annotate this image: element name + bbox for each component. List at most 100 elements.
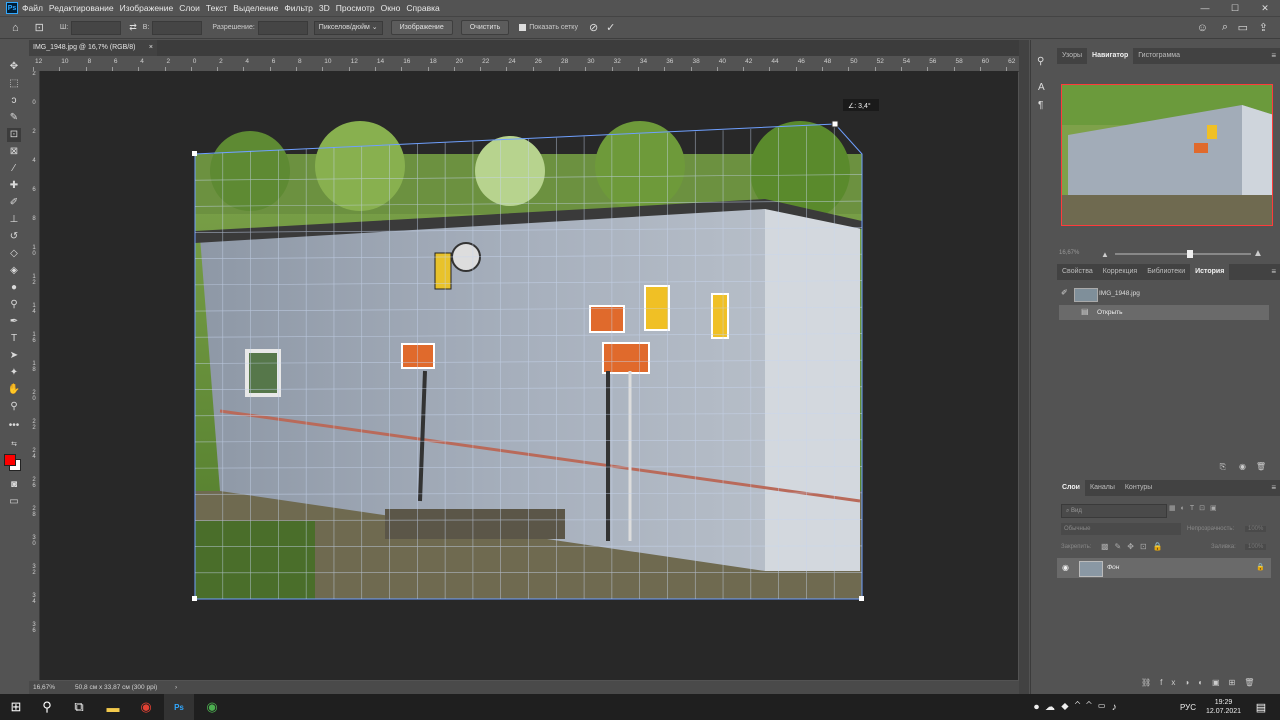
zoom-readout[interactable]: 16,67%	[33, 681, 55, 694]
menu-layers[interactable]: Слои	[179, 3, 200, 13]
crop-tool-icon[interactable]: ⊡	[35, 21, 44, 34]
system-tray-icons[interactable]: ⏺☁◆⌃⌃▭♪	[1034, 694, 1123, 720]
layer-row[interactable]: ◉ Фон 🔒	[1057, 558, 1271, 578]
dodge-tool-icon[interactable]: ⚲	[7, 298, 21, 312]
layers-footer-icons[interactable]: ⛓fx◑◐▣⊞🗑	[1141, 678, 1263, 687]
resolution-field[interactable]	[257, 20, 308, 35]
show-grid-checkbox[interactable]	[519, 24, 527, 31]
maximize-icon[interactable]: ☐	[1220, 0, 1250, 16]
path-select-icon[interactable]: ➤	[7, 349, 21, 363]
layer-lock-icon[interactable]: 🔒	[1256, 563, 1265, 571]
user-icon[interactable]: ☺	[1197, 22, 1208, 34]
document-tab[interactable]: IMG_1948.jpg @ 16,7% (RGB/8) ×	[29, 40, 157, 56]
tab-patterns[interactable]: Узоры	[1057, 48, 1087, 64]
eraser-tool-icon[interactable]: ◇	[7, 247, 21, 261]
menu-help[interactable]: Справка	[406, 3, 439, 13]
fill-value[interactable]: 100%	[1245, 544, 1267, 550]
taskbar-search-icon[interactable]: ⚲	[32, 694, 62, 720]
lasso-tool-icon[interactable]: ↄ	[7, 94, 21, 108]
tab-paths[interactable]: Контуры	[1120, 480, 1157, 496]
chrome-icon[interactable]: ◉	[131, 694, 161, 720]
visibility-eye-icon[interactable]: ◉	[1062, 563, 1069, 572]
swap-colors-icon[interactable]: ⇆	[7, 438, 21, 452]
tab-navigator[interactable]: Навигатор	[1087, 48, 1134, 64]
paragraph-icon[interactable]: ¶	[1038, 100, 1043, 111]
history-brush-source-icon[interactable]: ✐	[1061, 288, 1068, 297]
width-field[interactable]	[71, 20, 122, 35]
menu-file[interactable]: Файл	[22, 3, 43, 13]
share-icon[interactable]: ⇪	[1259, 21, 1268, 34]
tab-libraries[interactable]: Библиотеки	[1142, 264, 1190, 280]
blend-mode-select[interactable]: Обычные	[1061, 523, 1181, 535]
history-brush-icon[interactable]: ↺	[7, 230, 21, 244]
crop-handle-br[interactable]	[859, 596, 864, 601]
clock[interactable]: 19:29 12.07.2021	[1206, 694, 1241, 720]
crop-handle-bl[interactable]	[192, 596, 197, 601]
notifications-icon[interactable]: ▤	[1246, 694, 1276, 720]
layers-menu-icon[interactable]: ≡	[1271, 480, 1276, 496]
history-item[interactable]: ▤ Открыть	[1059, 305, 1269, 320]
image-button[interactable]: Изображение	[390, 20, 453, 35]
lock-icons[interactable]: ▩✎✥⊡🔒	[1101, 542, 1169, 551]
move-tool-icon[interactable]: ✥	[7, 60, 21, 74]
document-canvas[interactable]: ∠: 3,4°	[40, 71, 1018, 680]
home-icon[interactable]: ⌂	[12, 22, 19, 34]
history-snapshot[interactable]: ✐ IMG_1948.jpg	[1059, 286, 1271, 302]
swap-icon[interactable]: ⇄	[129, 22, 137, 33]
close-icon[interactable]: ✕	[1250, 0, 1280, 16]
menu-select[interactable]: Выделение	[233, 3, 278, 13]
tab-layers[interactable]: Слои	[1057, 480, 1085, 496]
minimize-icon[interactable]: —	[1190, 0, 1220, 16]
healing-brush-icon[interactable]: ✚	[7, 179, 21, 193]
search-icon[interactable]: ⌕	[1222, 21, 1228, 34]
eyedropper-tool-icon[interactable]: ⁄	[7, 162, 21, 176]
canvas-area[interactable]: ∠: 3,4°	[40, 71, 1018, 680]
tab-history[interactable]: История	[1190, 264, 1230, 280]
brush-tool-icon[interactable]: ✐	[7, 196, 21, 210]
screen-mode-icon[interactable]: ▭	[7, 495, 21, 509]
workspace-icon[interactable]: ▭	[1238, 21, 1248, 34]
tab-adjustments[interactable]: Коррекция	[1098, 264, 1142, 280]
zoom-in-icon[interactable]: ▲	[1253, 248, 1263, 259]
language-indicator[interactable]: РУС	[1180, 694, 1196, 720]
layer-name[interactable]: Фон	[1107, 564, 1119, 571]
menu-filter[interactable]: Фильтр	[284, 3, 313, 13]
more-tools-icon[interactable]: •••	[7, 419, 21, 433]
quick-select-tool-icon[interactable]: ✎	[7, 111, 21, 125]
zoom-slider-thumb[interactable]	[1186, 250, 1193, 258]
zoom-tool-icon[interactable]: ⚲	[7, 400, 21, 414]
zoom-slider[interactable]	[1115, 250, 1251, 258]
height-field[interactable]	[152, 20, 203, 35]
glyphs-icon[interactable]: ⚲	[1037, 56, 1044, 67]
menu-3d[interactable]: 3D	[319, 3, 330, 13]
character-icon[interactable]: A	[1038, 82, 1045, 93]
foreground-color-swatch[interactable]	[4, 454, 16, 466]
frame-tool-icon[interactable]: ⊠	[7, 145, 21, 159]
hand-tool-icon[interactable]: ✋	[7, 383, 21, 397]
menu-view[interactable]: Просмотр	[336, 3, 375, 13]
navigator-zoom[interactable]: 16,67%	[1059, 250, 1079, 256]
shape-tool-icon[interactable]: ✦	[7, 366, 21, 380]
gradient-tool-icon[interactable]: ◈	[7, 264, 21, 278]
quick-mask-icon[interactable]: ◙	[7, 478, 21, 492]
zoom-out-icon[interactable]: ▲	[1101, 250, 1109, 259]
blur-tool-icon[interactable]: ●	[7, 281, 21, 295]
tab-histogram[interactable]: Гистограмма	[1133, 48, 1185, 64]
layer-filter-input[interactable]: ⌕ Вид	[1061, 504, 1167, 518]
crop-tool-icon-selected[interactable]: ⊡	[7, 128, 21, 142]
commit-check-icon[interactable]: ✓	[606, 21, 615, 34]
menu-window[interactable]: Окно	[381, 3, 401, 13]
marquee-tool-icon[interactable]: ⬚	[7, 77, 21, 91]
crop-handle-tr[interactable]	[831, 120, 839, 128]
menu-image[interactable]: Изображение	[120, 3, 174, 13]
type-tool-icon[interactable]: T	[7, 332, 21, 346]
units-select[interactable]: Пикселов/дюйм ⌄	[313, 20, 383, 35]
camera-icon[interactable]: ◉	[1239, 462, 1246, 471]
cancel-icon[interactable]: ⊘	[589, 21, 598, 34]
photoshop-taskbar-icon[interactable]: Ps	[164, 694, 194, 720]
trash-icon[interactable]: 🗑	[1256, 462, 1266, 471]
menu-type[interactable]: Текст	[206, 3, 227, 13]
clear-button[interactable]: Очистить	[460, 20, 510, 35]
opacity-value[interactable]: 100%	[1245, 526, 1267, 532]
tab-channels[interactable]: Каналы	[1085, 480, 1120, 496]
